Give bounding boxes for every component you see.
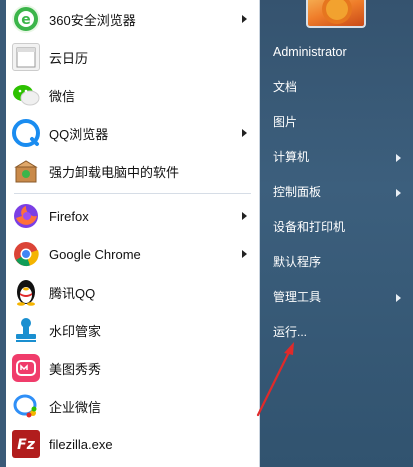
program-wecom[interactable]: 企业微信 xyxy=(6,387,259,425)
browser-360-icon: e xyxy=(12,5,40,33)
pinned-programs-list: Firefox Google Chrome 腾讯QQ 水印管家 美图秀秀 企业微… xyxy=(6,197,259,463)
place-label: 文档 xyxy=(273,80,298,94)
program-label: 强力卸载电脑中的软件 xyxy=(49,164,180,180)
program-google-chrome[interactable]: Google Chrome xyxy=(6,235,259,273)
svg-text:Fz: Fz xyxy=(17,437,36,453)
svg-text:e: e xyxy=(21,12,31,28)
watermark-stamp-icon xyxy=(12,316,40,344)
place-label: 设备和打印机 xyxy=(273,220,346,234)
places-pane: Administrator 文档 图片 计算机 控制面板 设备和打印机 默认程序… xyxy=(260,0,413,467)
programs-pane: e 360安全浏览器 云日历 微信 QQ浏览器 强力卸载电脑中的软件 Firef… xyxy=(6,0,260,467)
program-360-browser[interactable]: e 360安全浏览器 xyxy=(6,0,259,38)
program-cloud-calendar[interactable]: 云日历 xyxy=(6,38,259,76)
program-label: QQ浏览器 xyxy=(49,126,109,142)
firefox-icon xyxy=(12,202,40,230)
place-admin-tools[interactable]: 管理工具 xyxy=(260,280,413,315)
place-devices-printers[interactable]: 设备和打印机 xyxy=(260,210,413,245)
place-label: 控制面板 xyxy=(273,185,322,199)
place-label: 管理工具 xyxy=(273,290,322,304)
place-label: 默认程序 xyxy=(273,255,322,269)
wecom-icon xyxy=(12,392,40,420)
program-label: 腾讯QQ xyxy=(49,285,96,301)
program-watermark-manager[interactable]: 水印管家 xyxy=(6,311,259,349)
place-documents[interactable]: 文档 xyxy=(260,70,413,105)
wechat-icon xyxy=(12,81,40,109)
places-list: Administrator 文档 图片 计算机 控制面板 设备和打印机 默认程序… xyxy=(260,35,413,350)
place-default-programs[interactable]: 默认程序 xyxy=(260,245,413,280)
program-label: 微信 xyxy=(49,88,76,104)
program-label: 水印管家 xyxy=(49,323,102,339)
program-filezilla[interactable]: Fz filezilla.exe xyxy=(6,425,259,463)
qq-browser-icon xyxy=(12,119,40,147)
program-label: filezilla.exe xyxy=(49,436,113,452)
uninstall-box-icon xyxy=(12,157,40,185)
place-label: 图片 xyxy=(273,115,298,129)
programs-list: e 360安全浏览器 云日历 微信 QQ浏览器 强力卸载电脑中的软件 xyxy=(6,0,259,190)
chrome-icon xyxy=(12,240,40,268)
program-label: Firefox xyxy=(49,208,89,224)
user-name-link[interactable]: Administrator xyxy=(260,35,413,70)
submenu-arrow-icon xyxy=(242,15,247,23)
program-label: 美图秀秀 xyxy=(49,361,102,377)
place-control-panel[interactable]: 控制面板 xyxy=(260,175,413,210)
program-label: Google Chrome xyxy=(49,246,141,262)
place-label: 运行... xyxy=(273,325,308,339)
program-tencent-qq[interactable]: 腾讯QQ xyxy=(6,273,259,311)
program-wechat[interactable]: 微信 xyxy=(6,76,259,114)
submenu-arrow-icon xyxy=(242,212,247,220)
program-meitu[interactable]: 美图秀秀 xyxy=(6,349,259,387)
program-qq-browser[interactable]: QQ浏览器 xyxy=(6,114,259,152)
program-list-divider xyxy=(14,193,251,194)
program-firefox[interactable]: Firefox xyxy=(6,197,259,235)
submenu-arrow-icon xyxy=(396,293,401,302)
cloud-calendar-icon xyxy=(12,43,40,71)
place-label: 计算机 xyxy=(273,150,310,164)
qq-penguin-icon xyxy=(12,278,40,306)
program-label: 360安全浏览器 xyxy=(49,12,136,28)
place-run[interactable]: 运行... xyxy=(260,315,413,350)
program-label: 云日历 xyxy=(49,50,89,66)
place-computer[interactable]: 计算机 xyxy=(260,140,413,175)
program-label: 企业微信 xyxy=(49,399,102,415)
filezilla-icon: Fz xyxy=(12,430,40,458)
place-pictures[interactable]: 图片 xyxy=(260,105,413,140)
flower-avatar-icon[interactable] xyxy=(306,0,366,28)
submenu-arrow-icon xyxy=(396,153,401,162)
submenu-arrow-icon xyxy=(396,188,401,197)
submenu-arrow-icon xyxy=(242,250,247,258)
meitu-icon xyxy=(12,354,40,382)
submenu-arrow-icon xyxy=(242,129,247,137)
program-uninstaller[interactable]: 强力卸载电脑中的软件 xyxy=(6,152,259,190)
